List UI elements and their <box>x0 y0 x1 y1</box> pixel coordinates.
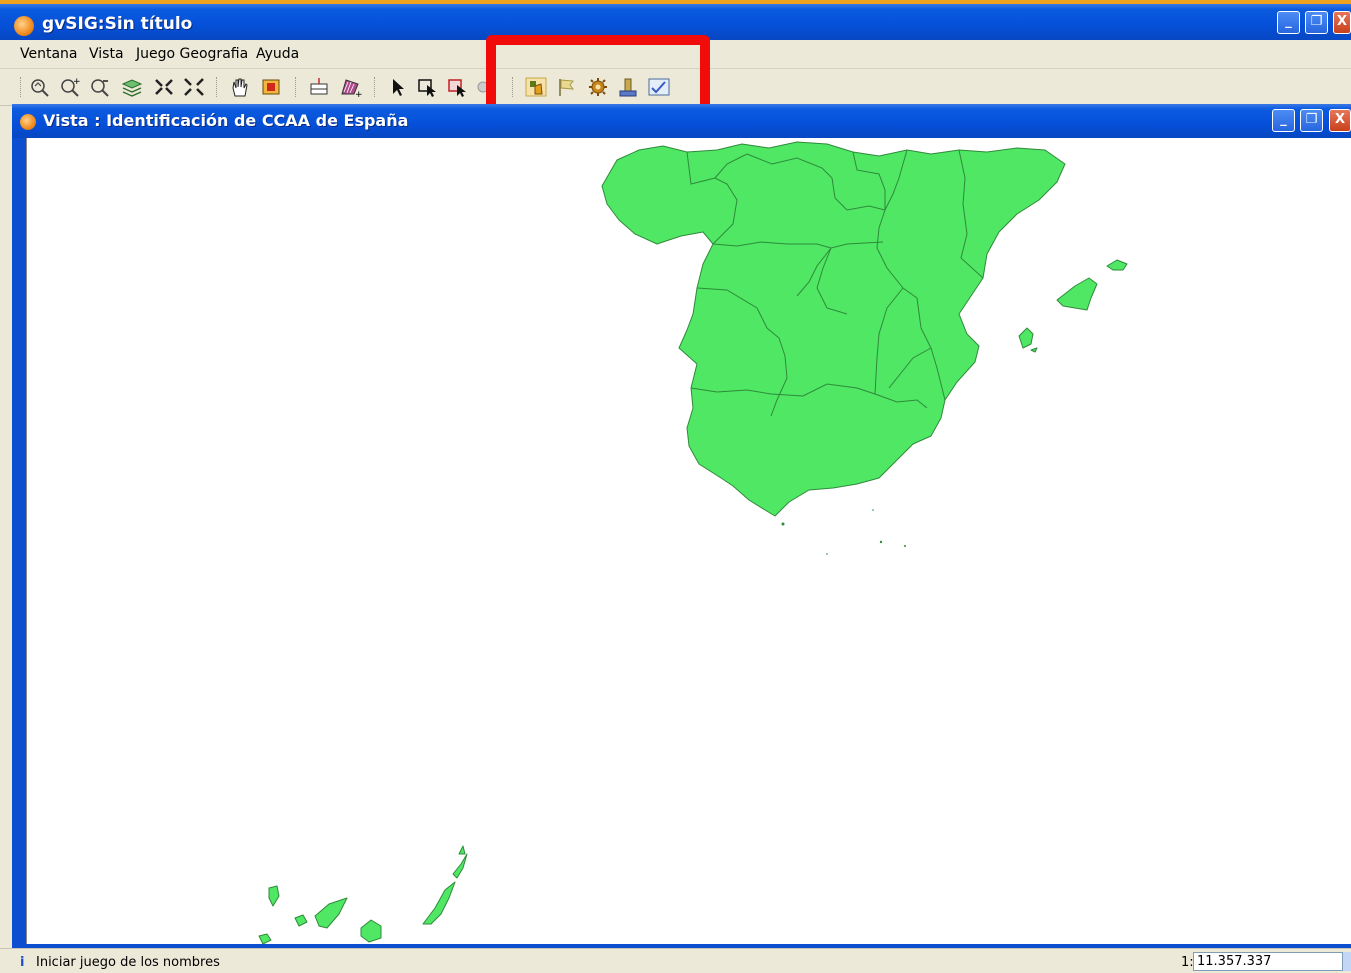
zoom-previous-icon[interactable] <box>28 76 52 98</box>
toolbar-separator <box>216 77 219 97</box>
status-message: Iniciar juego de los nombres <box>36 955 220 970</box>
view-title-bar[interactable]: Vista : Identificación de CCAA de España… <box>12 104 1351 138</box>
minimize-button[interactable]: _ <box>1277 11 1300 34</box>
la-gomera-shape <box>294 914 308 927</box>
view-minimize-button[interactable]: _ <box>1272 109 1295 132</box>
app-title: gvSIG:Sin título <box>42 14 193 34</box>
info-icon[interactable] <box>474 76 486 98</box>
zoom-in-icon[interactable]: + <box>58 76 82 98</box>
mallorca-shape <box>1056 277 1098 311</box>
toolbar-separator <box>20 77 23 97</box>
toolbar-separator <box>374 77 377 97</box>
ibiza-shape <box>1018 327 1034 349</box>
zoom-to-full-extent-icon[interactable] <box>152 76 176 98</box>
view-logo-icon <box>20 114 36 130</box>
tenerife-shape <box>314 897 348 929</box>
scale-prefix-label: 1: <box>1181 955 1194 970</box>
measure-distance-icon[interactable] <box>307 76 331 98</box>
select-by-rectangle-icon[interactable] <box>416 76 440 98</box>
frame-icon[interactable] <box>259 76 283 98</box>
status-bar: i Iniciar juego de los nombres 1: <box>0 948 1351 973</box>
spain-map[interactable] <box>27 138 1351 944</box>
minor-territories <box>781 509 906 555</box>
scale-input[interactable] <box>1193 952 1343 971</box>
map-canvas[interactable] <box>26 138 1351 944</box>
view-title: Vista : Identificación de CCAA de España <box>43 111 409 130</box>
fuerteventura-shape <box>422 881 456 925</box>
zoom-to-layer-icon[interactable] <box>182 76 206 98</box>
el-hierro-shape <box>258 933 272 944</box>
gran-canaria-shape <box>360 919 382 943</box>
view-close-button[interactable]: X <box>1329 109 1351 132</box>
menu-ayuda[interactable]: Ayuda <box>256 46 299 62</box>
toolbar-separator <box>295 77 298 97</box>
lanzarote-north-shape <box>458 845 466 855</box>
layers-icon[interactable] <box>120 76 144 98</box>
restore-button[interactable]: ❐ <box>1305 11 1328 34</box>
mainland-spain-shape <box>601 141 1066 517</box>
select-pointer-icon[interactable] <box>386 76 410 98</box>
view-restore-button[interactable]: ❐ <box>1300 109 1323 132</box>
info-status-icon: i <box>20 955 25 970</box>
menu-vista[interactable]: Vista <box>89 46 124 62</box>
measure-area-icon[interactable]: + <box>338 76 362 98</box>
menu-ventana[interactable]: Ventana <box>20 46 78 62</box>
menorca-shape <box>1106 259 1128 271</box>
svg-text:+: + <box>355 90 362 98</box>
pan-hand-icon[interactable] <box>228 76 252 98</box>
svg-text:+: + <box>73 77 81 87</box>
menu-juego-geografia[interactable]: Juego Geografia <box>136 46 248 62</box>
select-by-polygon-icon[interactable] <box>446 76 470 98</box>
close-button[interactable]: X <box>1333 11 1351 34</box>
zoom-out-icon[interactable] <box>88 76 112 98</box>
formentera-shape <box>1030 347 1038 353</box>
la-palma-shape <box>268 885 280 907</box>
lanzarote-shape <box>452 853 468 879</box>
scale-dropdown-arrow-icon[interactable] <box>1343 952 1351 971</box>
gvsig-logo-icon <box>14 16 34 36</box>
